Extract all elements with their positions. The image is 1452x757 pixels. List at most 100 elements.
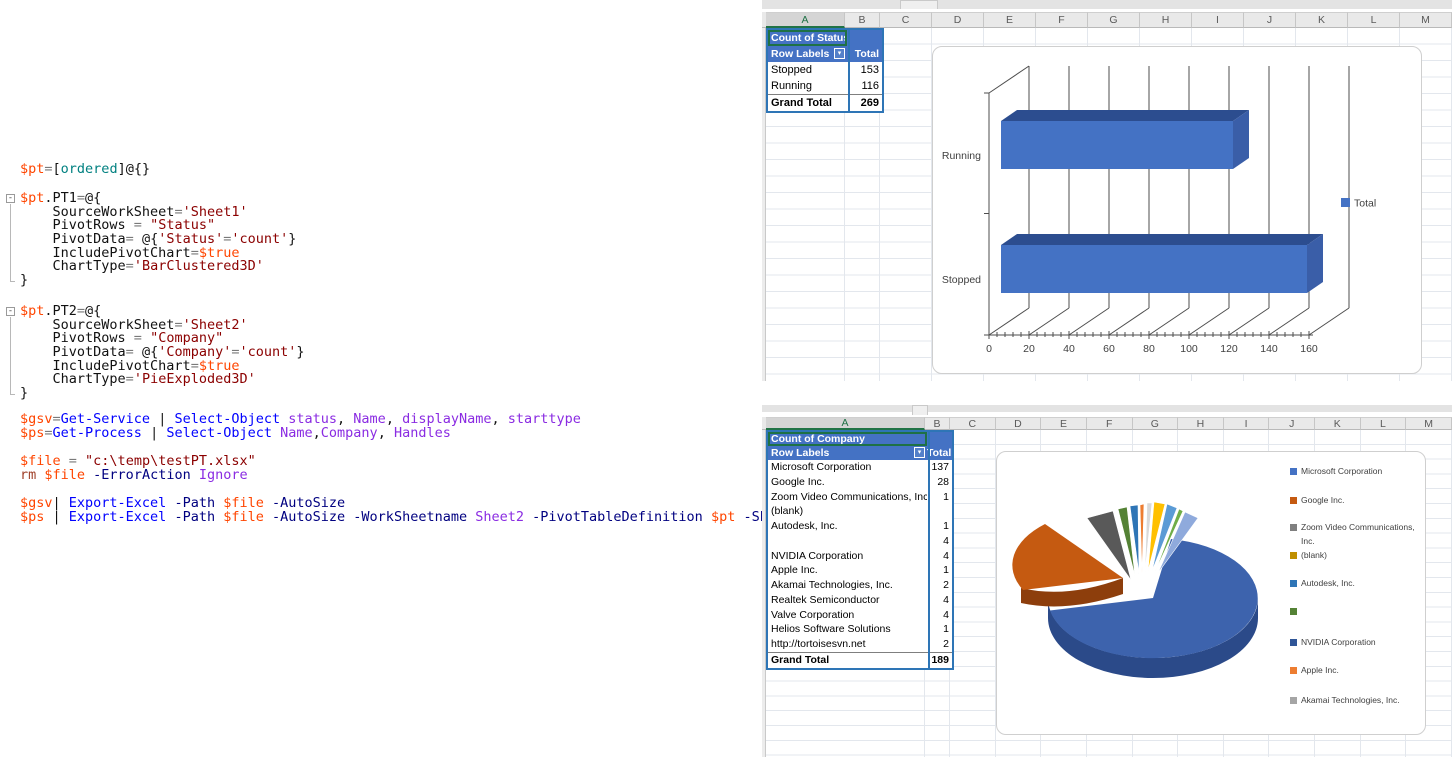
legend-label[interactable]: Zoom Video Communications,Inc. [1301, 522, 1415, 546]
column-header-D[interactable]: D [932, 12, 984, 28]
legend-label[interactable]: Autodesk, Inc. [1301, 578, 1355, 588]
column-header-M[interactable]: M [1406, 417, 1452, 430]
powershell-editor[interactable]: $pt=[ordered]@{}-$pt.PT1=@{ SourceWorkSh… [0, 0, 762, 757]
column-header-L[interactable]: L [1348, 12, 1400, 28]
grand-total-value-cell[interactable]: 189 [927, 653, 952, 668]
pivot-row-label-cell[interactable]: NVIDIA Corporation [768, 549, 927, 564]
pivot-row-value-cell[interactable]: 1 [927, 490, 952, 505]
column-header-L[interactable]: L [1361, 417, 1407, 430]
pivot-row-value-cell[interactable]: 4 [927, 593, 952, 608]
column-header-E[interactable]: E [1041, 417, 1087, 430]
bar-top-face[interactable] [1001, 234, 1323, 245]
bar-Stopped[interactable] [1001, 245, 1307, 293]
pivot-title-cell[interactable]: Count of Status [768, 30, 847, 46]
column-header-M[interactable]: M [1400, 12, 1452, 28]
legend-swatch[interactable] [1290, 608, 1297, 615]
row-labels-filter-dropdown-icon[interactable]: ▾ [914, 447, 925, 458]
pivot-row-label-cell[interactable]: Running [768, 78, 847, 94]
bar-chart-container[interactable]: 020406080100120140160RunningStoppedTotal [932, 46, 1422, 374]
column-header-H[interactable]: H [1140, 12, 1192, 28]
pivot-row-value-cell[interactable]: 116 [847, 78, 882, 94]
row-labels-header-cell[interactable]: Row Labels ▾ [768, 46, 847, 62]
legend-swatch[interactable] [1290, 697, 1297, 704]
pivot-row-label-cell[interactable]: Valve Corporation [768, 608, 927, 623]
pivot-title-spacer-cell[interactable] [927, 432, 952, 446]
pivot-row-value-cell[interactable]: 2 [927, 637, 952, 652]
pivot-row-label-cell[interactable]: Google Inc. [768, 475, 927, 490]
legend-label[interactable]: (blank) [1301, 550, 1327, 560]
column-header-J[interactable]: J [1269, 417, 1315, 430]
column-header-K[interactable]: K [1315, 417, 1361, 430]
pie-chart-3d[interactable]: Microsoft Corporation Google Inc. Zoom Vid… [997, 452, 1425, 734]
column-header-I[interactable]: I [1192, 12, 1244, 28]
code-fold-collapse-icon[interactable]: - [6, 307, 15, 316]
column-header-H[interactable]: H [1178, 417, 1224, 430]
grand-total-value-cell[interactable]: 269 [847, 95, 882, 111]
pie-slice-small[interactable] [1130, 505, 1139, 574]
pivot-title-cell[interactable]: Count of Company [768, 432, 927, 446]
pivot-row-value-cell[interactable]: 153 [847, 62, 882, 78]
pivot-row-label-cell[interactable]: Stopped [768, 62, 847, 78]
pivot-row-value-cell[interactable]: 1 [927, 622, 952, 637]
legend-label[interactable]: Total [1354, 198, 1376, 210]
pivot-row-value-cell[interactable]: 1 [927, 519, 952, 534]
pie-chart-container[interactable]: Microsoft Corporation Google Inc. Zoom Vid… [996, 451, 1426, 735]
pivot-row-label-cell[interactable]: Autodesk, Inc. [768, 519, 927, 534]
pivot-row-value-cell[interactable] [927, 504, 952, 519]
legend-label[interactable]: Google Inc. [1301, 495, 1344, 505]
column-header-A[interactable]: A [766, 12, 845, 28]
column-header-B[interactable]: B [845, 12, 880, 28]
total-header-cell[interactable]: Total [927, 446, 952, 460]
pivot-row-label-cell[interactable]: Zoom Video Communications, Inc. [768, 490, 927, 505]
legend-label[interactable]: Microsoft Corporation [1301, 466, 1383, 476]
column-header-B[interactable]: B [925, 417, 950, 430]
column-header-A[interactable]: A [766, 417, 925, 430]
legend-label[interactable]: Apple Inc. [1301, 665, 1339, 675]
legend-swatch[interactable] [1290, 524, 1297, 531]
grand-total-label-cell[interactable]: Grand Total [768, 653, 927, 668]
pivot-row-label-cell[interactable]: (blank) [768, 504, 927, 519]
column-header-D[interactable]: D [996, 417, 1042, 430]
legend-swatch[interactable] [1290, 497, 1297, 504]
column-header-C[interactable]: C [950, 417, 996, 430]
pivot-row-value-cell[interactable]: 4 [927, 549, 952, 564]
legend-swatch[interactable] [1290, 667, 1297, 674]
bar-top-face[interactable] [1001, 110, 1249, 121]
legend-swatch[interactable] [1290, 639, 1297, 646]
legend-swatch[interactable] [1341, 198, 1350, 207]
pivot-row-value-cell[interactable]: 28 [927, 475, 952, 490]
pivot-row-value-cell[interactable]: 1 [927, 563, 952, 578]
legend-label[interactable]: NVIDIA Corporation [1301, 637, 1376, 647]
pivot-row-label-cell[interactable]: http://tortoisesvn.net [768, 637, 927, 652]
legend-swatch[interactable] [1290, 552, 1297, 559]
pie-slice-small[interactable] [1140, 504, 1144, 573]
pivot-row-value-cell[interactable]: 2 [927, 578, 952, 593]
bar-Running[interactable] [1001, 121, 1233, 169]
total-header-cell[interactable]: Total [847, 46, 882, 62]
pivot-row-label-cell[interactable]: Apple Inc. [768, 563, 927, 578]
pivot-row-value-cell[interactable]: 4 [927, 608, 952, 623]
grand-total-label-cell[interactable]: Grand Total [768, 95, 847, 111]
column-header-E[interactable]: E [984, 12, 1036, 28]
pivot-row-value-cell[interactable]: 137 [927, 460, 952, 475]
column-header-F[interactable]: F [1036, 12, 1088, 28]
column-header-K[interactable]: K [1296, 12, 1348, 28]
row-labels-filter-dropdown-icon[interactable]: ▾ [834, 48, 845, 59]
column-header-J[interactable]: J [1244, 12, 1296, 28]
column-header-F[interactable]: F [1087, 417, 1133, 430]
bar-chart-3d[interactable]: 020406080100120140160RunningStoppedTotal [933, 47, 1421, 373]
pivot-row-label-cell[interactable] [768, 534, 927, 549]
legend-swatch[interactable] [1290, 468, 1297, 475]
pivot-row-value-cell[interactable]: 4 [927, 534, 952, 549]
code-fold-collapse-icon[interactable]: - [6, 194, 15, 203]
column-header-G[interactable]: G [1088, 12, 1140, 28]
pivot-row-label-cell[interactable]: Microsoft Corporation [768, 460, 927, 475]
column-header-I[interactable]: I [1224, 417, 1270, 430]
column-header-G[interactable]: G [1133, 417, 1179, 430]
legend-swatch[interactable] [1290, 580, 1297, 587]
row-labels-header-cell[interactable]: Row Labels ▾ [768, 446, 927, 460]
pivot-title-spacer-cell[interactable] [847, 30, 882, 46]
pivot-row-label-cell[interactable]: Helios Software Solutions [768, 622, 927, 637]
column-header-C[interactable]: C [880, 12, 932, 28]
pivot-row-label-cell[interactable]: Realtek Semiconductor [768, 593, 927, 608]
